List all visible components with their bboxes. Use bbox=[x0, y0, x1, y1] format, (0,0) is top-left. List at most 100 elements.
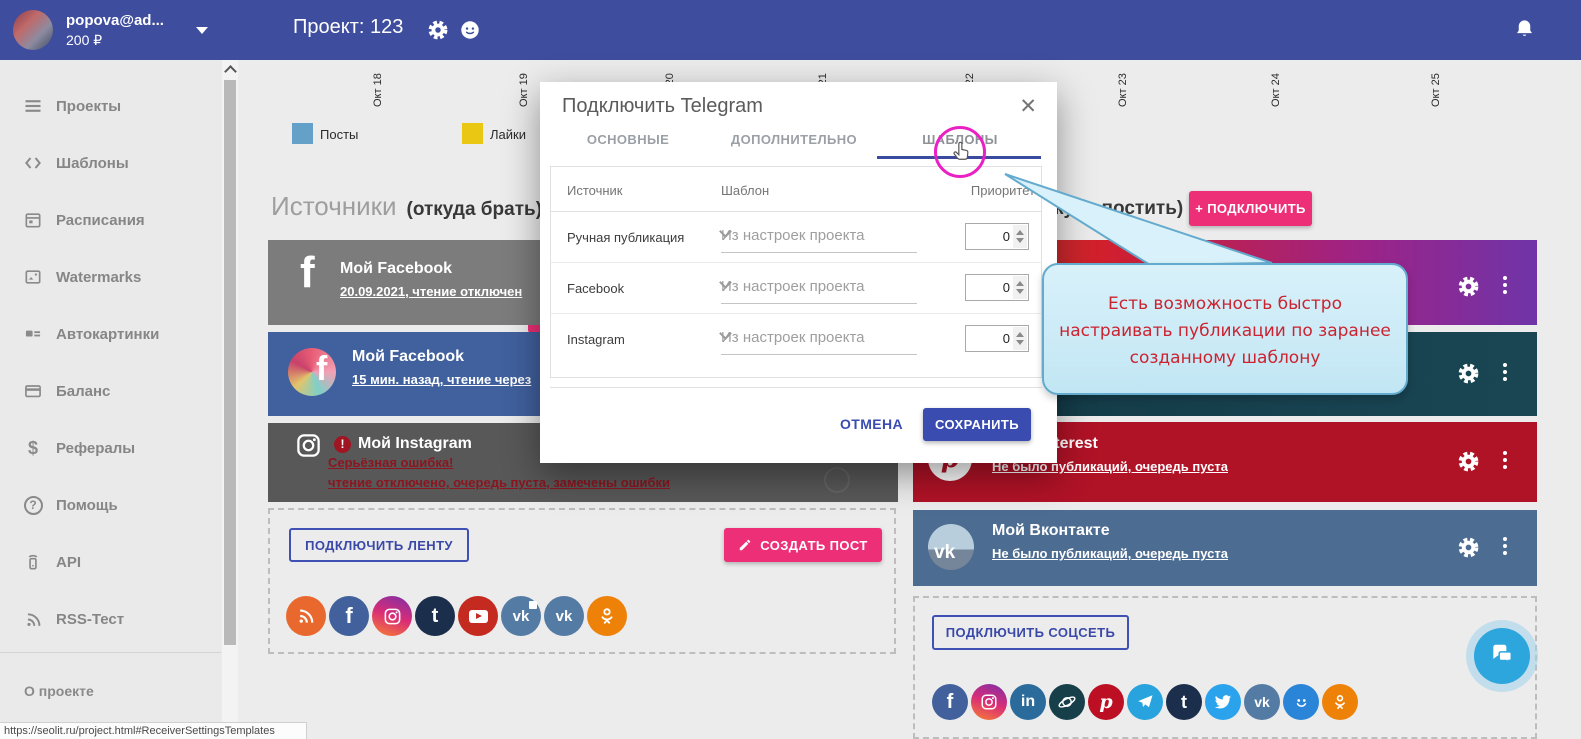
sidebar-item-projects[interactable]: Проекты bbox=[0, 91, 222, 121]
bell-icon[interactable] bbox=[1513, 18, 1536, 46]
source-card-status-link[interactable]: чтение отключено, очередь пуста, замечен… bbox=[328, 475, 670, 490]
vk-badge-icon[interactable]: vk bbox=[501, 596, 541, 636]
template-select-value: Из настроек проекта bbox=[721, 278, 865, 295]
chat-fab-button[interactable] bbox=[1474, 628, 1530, 684]
priority-input[interactable]: 0 bbox=[965, 274, 1029, 301]
linkedin-icon[interactable]: in bbox=[1010, 684, 1046, 720]
scrollbar-thumb[interactable] bbox=[224, 80, 236, 645]
pinterest-icon[interactable]: p bbox=[1088, 684, 1124, 720]
more-menu-icon[interactable] bbox=[1503, 448, 1507, 472]
device-icon bbox=[22, 551, 44, 573]
project-title: Проект: 123 bbox=[293, 16, 403, 39]
row-source-label: Ручная публикация bbox=[567, 230, 684, 245]
chevron-down-icon[interactable] bbox=[196, 27, 208, 34]
create-post-button[interactable]: СОЗДАТЬ ПОСТ bbox=[724, 528, 882, 562]
priority-value: 0 bbox=[1003, 280, 1010, 295]
gear-icon[interactable] bbox=[1457, 450, 1480, 478]
tab-main[interactable]: ОСНОВНЫЕ bbox=[545, 132, 711, 147]
template-select-value: Из настроек проекта bbox=[721, 329, 865, 346]
avatar: vk bbox=[928, 524, 974, 570]
seolit-satellite-icon[interactable] bbox=[1049, 684, 1085, 720]
spinner-arrows[interactable] bbox=[1013, 276, 1027, 299]
gear-icon[interactable] bbox=[1457, 536, 1480, 564]
tooltip-pointer bbox=[1000, 168, 1300, 268]
source-card-error-link[interactable]: Серьёзная ошибка! bbox=[328, 455, 453, 470]
legend-posts-label: Посты bbox=[320, 127, 358, 142]
youtube-icon[interactable] bbox=[458, 596, 498, 636]
spinner-arrows[interactable] bbox=[1013, 327, 1027, 350]
more-menu-icon[interactable] bbox=[1503, 534, 1507, 558]
moymir-smiley-icon[interactable] bbox=[1283, 684, 1319, 720]
project-settings-gear-icon[interactable] bbox=[427, 19, 449, 46]
gear-icon[interactable] bbox=[1457, 275, 1480, 303]
vk-icon[interactable]: vk bbox=[1244, 684, 1280, 720]
sidebar-item-label: RSS-Тест bbox=[56, 611, 124, 628]
sidebar-item-label: Watermarks bbox=[56, 269, 141, 286]
sidebar-item-balance[interactable]: Баланс bbox=[0, 376, 222, 406]
sidebar-item-api[interactable]: API bbox=[0, 547, 222, 577]
avatar[interactable] bbox=[13, 10, 53, 50]
sidebar-item-referrals[interactable]: $ Рефералы bbox=[0, 433, 222, 463]
scrollbar-up-arrow[interactable] bbox=[222, 60, 238, 78]
rss-icon[interactable] bbox=[286, 596, 326, 636]
instagram-icon[interactable] bbox=[971, 684, 1007, 720]
template-select[interactable]: Из настроек проекта bbox=[721, 324, 917, 355]
template-select[interactable]: Из настроек проекта bbox=[721, 273, 917, 304]
user-email[interactable]: popova@ad... bbox=[66, 12, 164, 29]
column-header-template: Шаблон bbox=[721, 183, 769, 198]
source-card-status-link[interactable]: 20.09.2021, чтение отключен bbox=[340, 284, 522, 299]
source-card-title: Мой Facebook bbox=[340, 260, 452, 278]
telegram-icon[interactable] bbox=[1127, 684, 1163, 720]
column-header-source: Источник bbox=[567, 183, 623, 198]
sidebar-item-help[interactable]: ? Помощь bbox=[0, 490, 222, 520]
hint-line: настраивать публикации по заранее bbox=[1044, 318, 1406, 345]
connect-feed-button[interactable]: ПОДКЛЮЧИТЬ ЛЕНТУ bbox=[289, 528, 469, 562]
instagram-icon[interactable] bbox=[372, 596, 412, 636]
axis-date-label: Окт 23 bbox=[1117, 73, 1129, 107]
sidebar-item-label: Автокартинки bbox=[56, 326, 159, 343]
modal-title: Подключить Telegram bbox=[562, 95, 763, 118]
save-button[interactable]: СОХРАНИТЬ bbox=[923, 408, 1031, 441]
sidebar-item-schedules[interactable]: Расписания bbox=[0, 205, 222, 235]
sidebar-item-templates[interactable]: Шаблоны bbox=[0, 148, 222, 178]
face-icon[interactable] bbox=[459, 19, 481, 46]
priority-input[interactable]: 0 bbox=[965, 325, 1029, 352]
cancel-button[interactable]: ОТМЕНА bbox=[840, 416, 903, 432]
more-menu-icon[interactable] bbox=[1503, 273, 1507, 297]
tumblr-icon[interactable]: t bbox=[1166, 684, 1202, 720]
hint-line: Есть возможность быстро bbox=[1044, 291, 1406, 318]
create-post-label: СОЗДАТЬ ПОСТ bbox=[760, 538, 867, 553]
template-select[interactable]: Из настроек проекта bbox=[721, 222, 917, 253]
sidebar-item-watermarks[interactable]: Watermarks bbox=[0, 262, 222, 292]
tab-additional[interactable]: ДОПОЛНИТЕЛЬНО bbox=[711, 132, 877, 147]
odnoklassniki-icon[interactable] bbox=[1322, 684, 1358, 720]
sidebar-item-label: Баланс bbox=[56, 383, 110, 400]
sidebar-item-autoimages[interactable]: Автокартинки bbox=[0, 319, 222, 349]
sidebar-item-rss-test[interactable]: RSS-Тест bbox=[0, 604, 222, 634]
source-card-status-link[interactable]: 15 мин. назад, чтение через bbox=[352, 372, 531, 387]
odnoklassniki-icon[interactable] bbox=[587, 596, 627, 636]
close-icon[interactable]: ✕ bbox=[1019, 94, 1037, 119]
facebook-icon[interactable]: f bbox=[932, 684, 968, 720]
code-icon bbox=[22, 152, 44, 174]
receiver-card-vkontakte[interactable]: vk Мой Вконтакте Не было публикаций, оче… bbox=[913, 510, 1537, 586]
connect-social-button[interactable]: ПОДКЛЮЧИТЬ СОЦСЕТЬ bbox=[932, 615, 1129, 650]
add-source-zone: ПОДКЛЮЧИТЬ ЛЕНТУ СОЗДАТЬ ПОСТ f t vk vk bbox=[268, 508, 896, 654]
twitter-icon[interactable] bbox=[1205, 684, 1241, 720]
receiver-card-status-link[interactable]: Не было публикаций, очередь пуста bbox=[992, 546, 1228, 561]
avatar bbox=[288, 348, 336, 396]
hand-cursor-icon bbox=[948, 138, 974, 169]
row-source-label: Instagram bbox=[567, 332, 625, 347]
sidebar-about-link[interactable]: О проекте bbox=[24, 683, 94, 699]
sources-heading: Источники bbox=[271, 191, 397, 222]
list-icon bbox=[22, 95, 44, 117]
sidebar-item-label: Расписания bbox=[56, 212, 145, 229]
more-menu-icon[interactable] bbox=[1503, 360, 1507, 384]
gear-icon[interactable] bbox=[1457, 362, 1480, 390]
divider bbox=[550, 387, 1042, 388]
app-window: Окт 18 Окт 19 Окт 20 Окт 21 Окт 22 Окт 2… bbox=[0, 0, 1581, 739]
facebook-icon: f bbox=[316, 350, 327, 389]
facebook-icon[interactable]: f bbox=[329, 596, 369, 636]
vk-icon[interactable]: vk bbox=[544, 596, 584, 636]
tumblr-icon[interactable]: t bbox=[415, 596, 455, 636]
